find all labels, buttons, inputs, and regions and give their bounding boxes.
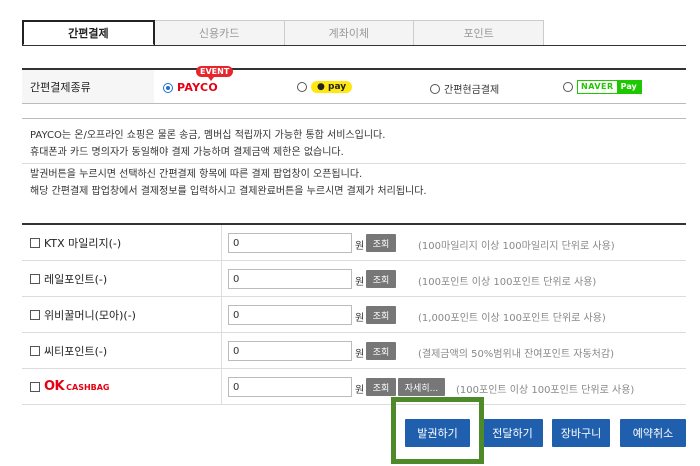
easy-cash-label: 간편현금결제	[444, 85, 500, 96]
naverpay-logo: NAVER Pay	[577, 80, 642, 94]
cart-button[interactable]: 장바구니	[552, 419, 610, 447]
info-line: 해당 간편결제 팝업창에서 결제정보를 입력하시고 결제완료버튼을 누르시면 결…	[30, 186, 427, 197]
citi-lookup-button[interactable]: 조회	[366, 342, 396, 360]
highlight-box	[391, 397, 484, 464]
tab-bank-transfer[interactable]: 계좌이체	[284, 20, 415, 46]
issue-info: 발권버튼을 누르시면 선택하신 간편결제 항목에 따른 결제 팝업창이 오픈됩니…	[22, 166, 686, 200]
ktx-mileage-label[interactable]: KTX 마일리지(-)	[22, 225, 222, 260]
send-button[interactable]: 전달하기	[482, 419, 543, 447]
wibee-money-input[interactable]	[228, 305, 352, 325]
citi-point-label[interactable]: 씨티포인트(-)	[22, 333, 222, 368]
okcashbag-input[interactable]	[228, 377, 352, 397]
wibee-money-checkbox[interactable]	[30, 309, 40, 320]
option-naverpay[interactable]: NAVER Pay	[563, 80, 642, 94]
citi-note: (결제금액의 50%범위내 잔여포인트 자동처감)	[418, 349, 614, 360]
okcashbag-logo: OK CASHBAG	[44, 379, 110, 394]
point-row-okcashbag: OKCASHBAG 원 조회 자세히... (100포인트 이상 100포인트 …	[22, 369, 686, 405]
option-kakaopay[interactable]: ● pay	[297, 81, 353, 93]
point-row-rail: 레일포인트(-) 원 조회 (100포인트 이상 100포인트 단위로 사용)	[22, 261, 686, 297]
info-line: PAYCO는 온/오프라인 쇼핑은 물론 송금, 멤버십 적립까지 가능한 통합…	[30, 130, 386, 141]
citi-point-input[interactable]	[228, 341, 352, 361]
point-row-citi: 씨티포인트(-) 원 조회 (결제금액의 50%범위내 잔여포인트 자동처감)	[22, 333, 686, 369]
okcashbag-note: (100포인트 이상 100포인트 단위로 사용)	[456, 385, 635, 396]
unit-won: 원	[355, 385, 365, 396]
cancel-reservation-button[interactable]: 예약취소	[620, 419, 686, 447]
okcashbag-detail-button[interactable]: 자세히...	[398, 378, 445, 396]
ktx-mileage-input[interactable]	[228, 233, 352, 253]
payment-type-label: 간편결제종류	[22, 70, 154, 103]
okcashbag-label[interactable]: OK CASHBAG	[22, 369, 222, 404]
okcashbag-lookup-button[interactable]: 조회	[366, 378, 396, 396]
tab-credit-card[interactable]: 신용카드	[154, 20, 285, 46]
wibee-money-label[interactable]: 위비꿀머니(모아)(-)	[22, 297, 222, 332]
easy-cash-radio[interactable]	[430, 83, 440, 94]
payco-radio[interactable]	[163, 82, 173, 93]
citi-point-checkbox[interactable]	[30, 345, 40, 356]
kakaopay-radio[interactable]	[297, 82, 307, 92]
point-row-wibee: 위비꿀머니(모아)(-) 원 조회 (1,000포인트 이상 100포인트 단위…	[22, 297, 686, 333]
okcashbag-checkbox[interactable]	[30, 381, 40, 392]
unit-won: 원	[355, 349, 365, 360]
rail-point-label[interactable]: 레일포인트(-)	[22, 261, 222, 296]
wibee-note: (1,000포인트 이상 100포인트 단위로 사용)	[418, 313, 606, 324]
ktx-mileage-checkbox[interactable]	[30, 237, 40, 248]
kakaopay-logo: ● pay	[311, 81, 353, 93]
naverpay-radio[interactable]	[563, 82, 573, 92]
rail-lookup-button[interactable]: 조회	[366, 270, 396, 288]
ktx-lookup-button[interactable]: 조회	[366, 234, 396, 252]
option-payco[interactable]: PAYCO	[163, 81, 218, 94]
unit-won: 원	[355, 241, 365, 252]
info-line: 발권버튼을 누르시면 선택하신 간편결제 항목에 따른 결제 팝업창이 오픈됩니…	[30, 169, 363, 180]
unit-won: 원	[355, 313, 365, 324]
rail-note: (100포인트 이상 100포인트 단위로 사용)	[418, 277, 597, 288]
tabs-divider	[22, 45, 686, 46]
wibee-lookup-button[interactable]: 조회	[366, 306, 396, 324]
tab-simple-pay[interactable]: 간편결제	[22, 20, 155, 46]
points-table: KTX 마일리지(-) 원 조회 (100마일리지 이상 100마일리지 단위로…	[22, 223, 686, 405]
event-badge: EVENT	[196, 66, 234, 81]
tab-points[interactable]: 포인트	[414, 20, 544, 46]
info-divider	[22, 163, 686, 164]
ktx-note: (100마일리지 이상 100마일리지 단위로 사용)	[418, 241, 615, 252]
payco-logo: PAYCO	[177, 81, 219, 94]
option-easy-cash[interactable]: 간편현금결제	[430, 81, 499, 96]
rail-point-input[interactable]	[228, 269, 352, 289]
payment-tabs: 간편결제 신용카드 계좌이체 포인트	[22, 20, 544, 46]
rail-point-checkbox[interactable]	[30, 273, 40, 284]
unit-won: 원	[355, 277, 365, 288]
point-row-ktx: KTX 마일리지(-) 원 조회 (100마일리지 이상 100마일리지 단위로…	[22, 225, 686, 261]
info-line: 휴대폰과 카드 명의자가 동일해야 결제 가능하며 결제금액 제한은 없습니다.	[30, 147, 344, 158]
payco-info: PAYCO는 온/오프라인 쇼핑은 물론 송금, 멤버십 적립까지 가능한 통합…	[22, 118, 686, 162]
